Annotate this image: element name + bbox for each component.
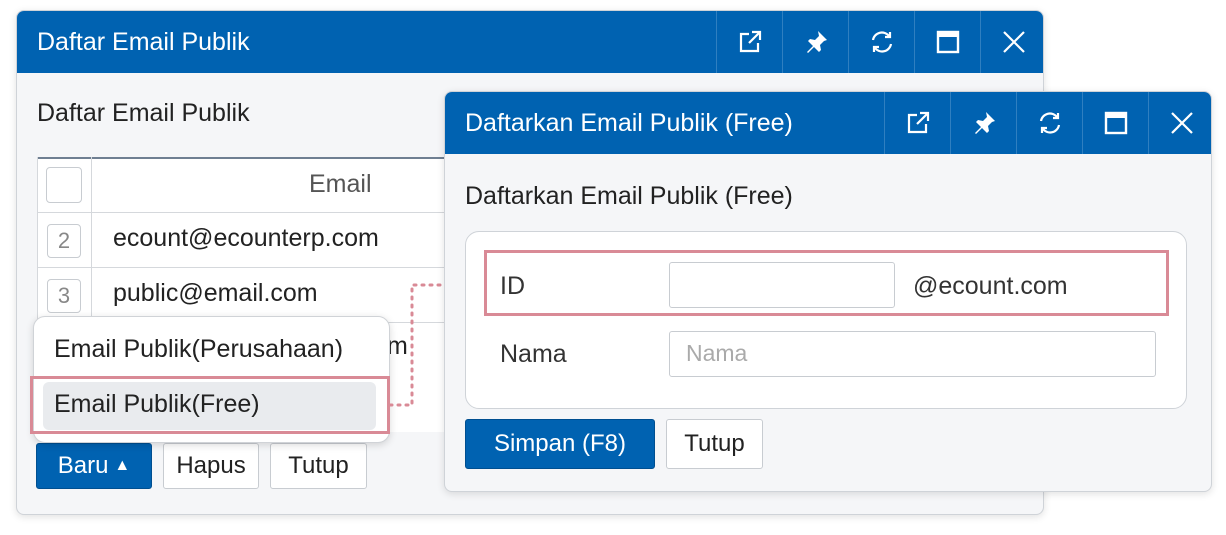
delete-button-label: Hapus bbox=[176, 452, 246, 479]
popout-button[interactable] bbox=[716, 11, 782, 73]
refresh-button[interactable] bbox=[848, 11, 914, 73]
select-all-checkbox[interactable] bbox=[46, 167, 82, 203]
row-number: 3 bbox=[47, 279, 81, 313]
name-label: Nama bbox=[500, 340, 567, 368]
dialog-titlebar: Daftarkan Email Publik (Free) bbox=[445, 92, 1211, 154]
dialog-window-title: Daftarkan Email Publik (Free) bbox=[465, 109, 793, 137]
refresh-icon bbox=[871, 31, 892, 53]
maximize-icon bbox=[1104, 111, 1127, 135]
highlight-id-row bbox=[484, 250, 1169, 316]
row-number: 2 bbox=[47, 224, 81, 258]
main-window-title: Daftar Email Publik bbox=[37, 28, 250, 56]
dialog-section-title: Daftarkan Email Publik (Free) bbox=[465, 182, 793, 210]
save-button-label: Simpan (F8) bbox=[493, 430, 627, 457]
maximize-button[interactable] bbox=[1082, 92, 1148, 154]
close-icon bbox=[1170, 112, 1193, 134]
close-button[interactable] bbox=[1148, 92, 1211, 154]
email-cell[interactable]: public@email.com bbox=[113, 279, 318, 308]
pin-button[interactable] bbox=[782, 11, 848, 73]
name-input[interactable]: Nama bbox=[669, 331, 1156, 377]
close-list-button[interactable]: Tutup bbox=[270, 443, 367, 489]
column-header-email[interactable]: Email bbox=[309, 170, 372, 199]
caret-up-icon: ▲ bbox=[114, 457, 131, 474]
refresh-button[interactable] bbox=[1016, 92, 1082, 154]
pin-button[interactable] bbox=[950, 92, 1016, 154]
main-titlebar: Daftar Email Publik bbox=[17, 11, 1043, 73]
maximize-icon bbox=[936, 30, 959, 54]
highlight-free-menu-item bbox=[30, 376, 390, 434]
new-button-label: Baru bbox=[57, 452, 109, 479]
close-dialog-button[interactable]: Tutup bbox=[666, 419, 763, 469]
close-dialog-button-label: Tutup bbox=[684, 430, 745, 457]
popout-icon bbox=[907, 111, 929, 134]
menu-item-company-email[interactable]: Email Publik(Perusahaan) bbox=[54, 335, 343, 364]
maximize-button[interactable] bbox=[914, 11, 980, 73]
delete-button[interactable]: Hapus bbox=[163, 443, 259, 489]
save-button[interactable]: Simpan (F8) bbox=[465, 419, 655, 469]
new-button[interactable]: Baru ▲ bbox=[36, 443, 152, 489]
main-section-title: Daftar Email Publik bbox=[37, 99, 250, 127]
close-icon bbox=[1002, 31, 1025, 53]
refresh-icon bbox=[1039, 112, 1060, 134]
pin-icon bbox=[806, 31, 827, 53]
pin-icon bbox=[974, 112, 995, 134]
email-cell[interactable]: ecount@ecounterp.com bbox=[113, 224, 379, 253]
popout-icon bbox=[739, 30, 761, 53]
close-list-button-label: Tutup bbox=[288, 452, 349, 479]
close-button[interactable] bbox=[980, 11, 1043, 73]
popout-button[interactable] bbox=[884, 92, 950, 154]
